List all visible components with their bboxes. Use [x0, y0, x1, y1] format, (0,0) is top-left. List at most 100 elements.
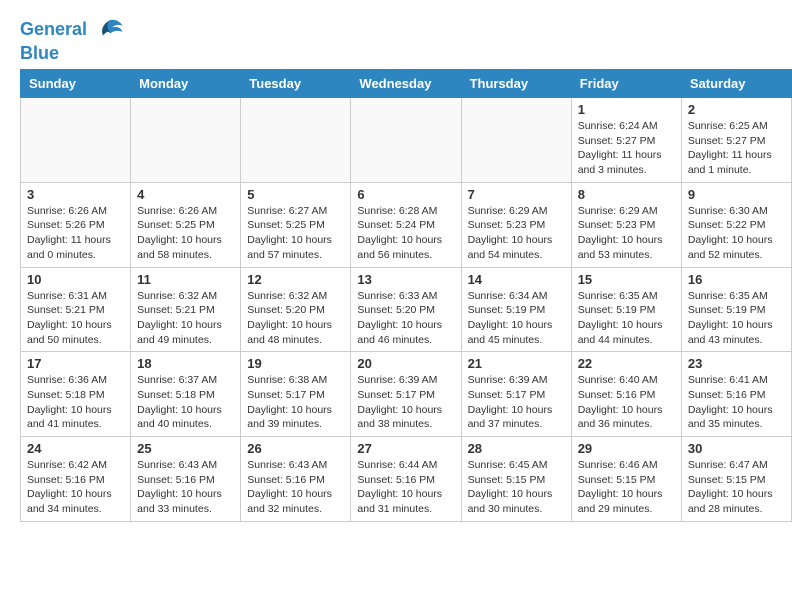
day-info: Sunrise: 6:45 AM Sunset: 5:15 PM Dayligh…	[468, 458, 565, 517]
day-info: Sunrise: 6:44 AM Sunset: 5:16 PM Dayligh…	[357, 458, 454, 517]
page-header: General Blue	[0, 0, 792, 69]
day-number: 18	[137, 356, 234, 371]
day-info: Sunrise: 6:38 AM Sunset: 5:17 PM Dayligh…	[247, 373, 344, 432]
day-number: 25	[137, 441, 234, 456]
calendar-day-cell: 11Sunrise: 6:32 AM Sunset: 5:21 PM Dayli…	[131, 267, 241, 352]
weekday-header-row: SundayMondayTuesdayWednesdayThursdayFrid…	[21, 70, 792, 98]
day-info: Sunrise: 6:47 AM Sunset: 5:15 PM Dayligh…	[688, 458, 785, 517]
calendar-day-cell: 10Sunrise: 6:31 AM Sunset: 5:21 PM Dayli…	[21, 267, 131, 352]
calendar-day-cell: 27 Sunrise: 6:44 AM Sunset: 5:16 PM Dayli…	[351, 437, 461, 522]
day-number: 24	[27, 441, 124, 456]
day-number: 15	[578, 272, 675, 287]
calendar: SundayMondayTuesdayWednesdayThursdayFrid…	[20, 69, 792, 522]
calendar-day-cell: 26 Sunrise: 6:43 AM Sunset: 5:16 PM Dayli…	[241, 437, 351, 522]
day-number: 12	[247, 272, 344, 287]
day-info: Sunrise: 6:41 AM Sunset: 5:16 PM Dayligh…	[688, 373, 785, 432]
calendar-day-cell: 25 Sunrise: 6:43 AM Sunset: 5:16 PM Dayli…	[131, 437, 241, 522]
calendar-day-cell: 20Sunrise: 6:39 AM Sunset: 5:17 PM Dayli…	[351, 352, 461, 437]
weekday-header-saturday: Saturday	[681, 70, 791, 98]
day-info: Sunrise: 6:43 AM Sunset: 5:16 PM Dayligh…	[137, 458, 234, 517]
calendar-week-row: 10Sunrise: 6:31 AM Sunset: 5:21 PM Dayli…	[21, 267, 792, 352]
calendar-day-cell: 8 Sunrise: 6:29 AM Sunset: 5:23 PM Daylig…	[571, 182, 681, 267]
day-info: Sunrise: 6:33 AM Sunset: 5:20 PM Dayligh…	[357, 289, 454, 348]
day-info: Sunrise: 6:29 AM Sunset: 5:23 PM Dayligh…	[578, 204, 675, 263]
day-number: 30	[688, 441, 785, 456]
day-number: 29	[578, 441, 675, 456]
day-info: Sunrise: 6:25 AM Sunset: 5:27 PM Dayligh…	[688, 119, 785, 178]
calendar-day-cell: 9 Sunrise: 6:30 AM Sunset: 5:22 PM Daylig…	[681, 182, 791, 267]
day-info: Sunrise: 6:32 AM Sunset: 5:21 PM Dayligh…	[137, 289, 234, 348]
day-info: Sunrise: 6:39 AM Sunset: 5:17 PM Dayligh…	[468, 373, 565, 432]
calendar-day-cell: 18 Sunrise: 6:37 AM Sunset: 5:18 PM Dayli…	[131, 352, 241, 437]
day-info: Sunrise: 6:26 AM Sunset: 5:26 PM Dayligh…	[27, 204, 124, 263]
day-info: Sunrise: 6:24 AM Sunset: 5:27 PM Dayligh…	[578, 119, 675, 178]
day-number: 19	[247, 356, 344, 371]
day-number: 7	[468, 187, 565, 202]
calendar-day-cell: 4 Sunrise: 6:26 AM Sunset: 5:25 PM Daylig…	[131, 182, 241, 267]
weekday-header-friday: Friday	[571, 70, 681, 98]
day-info: Sunrise: 6:30 AM Sunset: 5:22 PM Dayligh…	[688, 204, 785, 263]
calendar-day-cell: 29 Sunrise: 6:46 AM Sunset: 5:15 PM Dayli…	[571, 437, 681, 522]
calendar-day-cell: 2 Sunrise: 6:25 AM Sunset: 5:27 PM Daylig…	[681, 98, 791, 183]
day-info: Sunrise: 6:37 AM Sunset: 5:18 PM Dayligh…	[137, 373, 234, 432]
calendar-week-row: 24 Sunrise: 6:42 AM Sunset: 5:16 PM Dayli…	[21, 437, 792, 522]
calendar-day-cell: 15 Sunrise: 6:35 AM Sunset: 5:19 PM Dayli…	[571, 267, 681, 352]
logo-blue: Blue	[20, 43, 124, 64]
day-info: Sunrise: 6:46 AM Sunset: 5:15 PM Dayligh…	[578, 458, 675, 517]
calendar-day-cell: 30 Sunrise: 6:47 AM Sunset: 5:15 PM Dayli…	[681, 437, 791, 522]
calendar-day-cell: 6 Sunrise: 6:28 AM Sunset: 5:24 PM Daylig…	[351, 182, 461, 267]
day-number: 28	[468, 441, 565, 456]
day-number: 26	[247, 441, 344, 456]
calendar-day-cell: 22Sunrise: 6:40 AM Sunset: 5:16 PM Dayli…	[571, 352, 681, 437]
calendar-day-cell: 13 Sunrise: 6:33 AM Sunset: 5:20 PM Dayli…	[351, 267, 461, 352]
day-number: 13	[357, 272, 454, 287]
calendar-day-cell: 21 Sunrise: 6:39 AM Sunset: 5:17 PM Dayli…	[461, 352, 571, 437]
calendar-day-cell	[241, 98, 351, 183]
day-info: Sunrise: 6:34 AM Sunset: 5:19 PM Dayligh…	[468, 289, 565, 348]
logo: General Blue	[20, 15, 124, 64]
day-info: Sunrise: 6:43 AM Sunset: 5:16 PM Dayligh…	[247, 458, 344, 517]
calendar-day-cell: 19 Sunrise: 6:38 AM Sunset: 5:17 PM Dayli…	[241, 352, 351, 437]
calendar-day-cell: 16Sunrise: 6:35 AM Sunset: 5:19 PM Dayli…	[681, 267, 791, 352]
day-number: 2	[688, 102, 785, 117]
day-info: Sunrise: 6:32 AM Sunset: 5:20 PM Dayligh…	[247, 289, 344, 348]
day-number: 3	[27, 187, 124, 202]
day-number: 5	[247, 187, 344, 202]
weekday-header-thursday: Thursday	[461, 70, 571, 98]
day-info: Sunrise: 6:42 AM Sunset: 5:16 PM Dayligh…	[27, 458, 124, 517]
day-info: Sunrise: 6:31 AM Sunset: 5:21 PM Dayligh…	[27, 289, 124, 348]
day-number: 17	[27, 356, 124, 371]
day-number: 8	[578, 187, 675, 202]
weekday-header-monday: Monday	[131, 70, 241, 98]
day-number: 14	[468, 272, 565, 287]
day-number: 16	[688, 272, 785, 287]
day-number: 23	[688, 356, 785, 371]
calendar-day-cell: 7Sunrise: 6:29 AM Sunset: 5:23 PM Daylig…	[461, 182, 571, 267]
day-number: 9	[688, 187, 785, 202]
weekday-header-sunday: Sunday	[21, 70, 131, 98]
calendar-day-cell	[131, 98, 241, 183]
day-number: 22	[578, 356, 675, 371]
calendar-day-cell: 12 Sunrise: 6:32 AM Sunset: 5:20 PM Dayli…	[241, 267, 351, 352]
calendar-day-cell: 14 Sunrise: 6:34 AM Sunset: 5:19 PM Dayli…	[461, 267, 571, 352]
day-number: 21	[468, 356, 565, 371]
day-number: 6	[357, 187, 454, 202]
calendar-day-cell	[21, 98, 131, 183]
day-number: 27	[357, 441, 454, 456]
day-info: Sunrise: 6:35 AM Sunset: 5:19 PM Dayligh…	[578, 289, 675, 348]
day-number: 1	[578, 102, 675, 117]
day-info: Sunrise: 6:27 AM Sunset: 5:25 PM Dayligh…	[247, 204, 344, 263]
calendar-wrapper: SundayMondayTuesdayWednesdayThursdayFrid…	[0, 69, 792, 532]
calendar-week-row: 3 Sunrise: 6:26 AM Sunset: 5:26 PM Daylig…	[21, 182, 792, 267]
calendar-day-cell: 1 Sunrise: 6:24 AM Sunset: 5:27 PM Daylig…	[571, 98, 681, 183]
calendar-day-cell	[351, 98, 461, 183]
day-info: Sunrise: 6:26 AM Sunset: 5:25 PM Dayligh…	[137, 204, 234, 263]
day-info: Sunrise: 6:36 AM Sunset: 5:18 PM Dayligh…	[27, 373, 124, 432]
day-number: 4	[137, 187, 234, 202]
calendar-week-row: 17 Sunrise: 6:36 AM Sunset: 5:18 PM Dayli…	[21, 352, 792, 437]
calendar-day-cell: 17 Sunrise: 6:36 AM Sunset: 5:18 PM Dayli…	[21, 352, 131, 437]
calendar-day-cell: 24 Sunrise: 6:42 AM Sunset: 5:16 PM Dayli…	[21, 437, 131, 522]
calendar-day-cell: 3 Sunrise: 6:26 AM Sunset: 5:26 PM Daylig…	[21, 182, 131, 267]
logo-text: General	[20, 15, 124, 45]
day-info: Sunrise: 6:28 AM Sunset: 5:24 PM Dayligh…	[357, 204, 454, 263]
